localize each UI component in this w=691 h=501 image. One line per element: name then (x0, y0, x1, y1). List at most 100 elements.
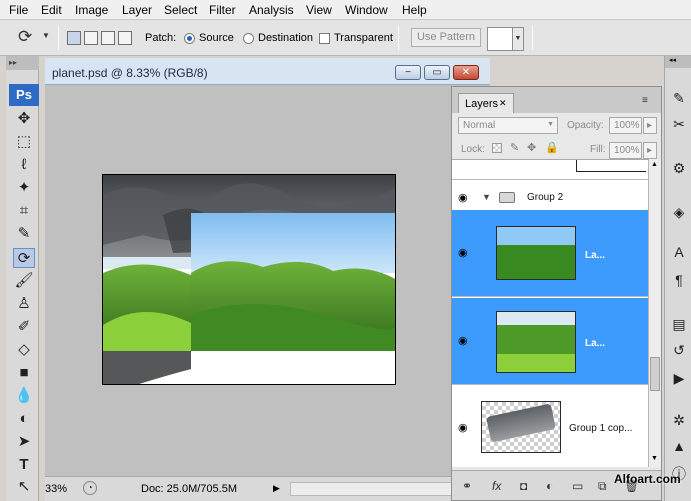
gradient-tool-icon[interactable]: ■ (13, 363, 35, 383)
lock-position-icon[interactable]: ✥ (527, 141, 536, 154)
lock-pixels-icon[interactable]: ✎ (510, 141, 519, 154)
opacity-input[interactable]: 100% (609, 117, 642, 134)
scroll-up-arrow-icon[interactable]: ▲ (651, 161, 658, 168)
eraser-tool-icon[interactable]: ◇ (13, 340, 35, 360)
menu-analysis[interactable]: Analysis (249, 3, 294, 17)
group-expand-triangle-icon[interactable]: ▼ (482, 192, 491, 202)
layer-row-3[interactable]: ◉ Group 1 cop... (452, 386, 648, 467)
source-label: Source (199, 32, 234, 44)
blur-tool-icon[interactable]: 💧 (13, 386, 35, 406)
visibility-eye-icon[interactable]: ◉ (458, 423, 472, 434)
opacity-slider-toggle[interactable]: ▸ (643, 117, 657, 134)
menu-view[interactable]: View (306, 3, 332, 17)
notes-panel-icon[interactable]: ▤ (669, 314, 689, 334)
menu-help[interactable]: Help (402, 3, 427, 17)
tools-panel-header[interactable]: ▸▸ (6, 56, 39, 70)
zoom-level[interactable]: 33% (45, 483, 67, 495)
intersect-selection-mode-button[interactable] (118, 31, 132, 45)
new-layer-icon[interactable]: ⧉ (598, 479, 607, 494)
status-info-icon[interactable]: ◔ (83, 481, 97, 495)
pattern-swatch[interactable] (487, 27, 513, 51)
menu-select[interactable]: Select (164, 3, 197, 17)
visibility-eye-icon[interactable]: ◉ (458, 248, 472, 259)
menu-filter[interactable]: Filter (209, 3, 236, 17)
document-title-bar[interactable]: planet.psd @ 8.33% (RGB/8) − ▭ ✕ (45, 58, 490, 85)
lock-all-icon[interactable]: 🔒 (545, 141, 559, 154)
menu-edit[interactable]: Edit (41, 3, 62, 17)
move-tool-icon[interactable]: ✥ (13, 109, 35, 129)
use-pattern-button[interactable]: Use Pattern (411, 28, 481, 47)
layer-group-row[interactable]: ◉ ▼ Group 2 (452, 188, 648, 209)
menu-window[interactable]: Window (345, 3, 388, 17)
histogram-panel-icon[interactable]: ▲ (669, 436, 689, 456)
menu-layer[interactable]: Layer (122, 3, 152, 17)
fill-slider-toggle[interactable]: ▸ (643, 142, 657, 159)
menu-image[interactable]: Image (75, 3, 108, 17)
blend-mode-select[interactable]: Normal ▼ (458, 117, 558, 134)
visibility-eye-icon[interactable]: ◉ (458, 336, 472, 347)
chevron-down-icon[interactable]: ▼ (42, 31, 50, 40)
destination-radio[interactable] (243, 33, 254, 44)
folder-icon (499, 192, 515, 203)
paragraph-panel-icon[interactable]: ¶ (669, 270, 689, 290)
brushes-panel-icon[interactable]: ✎ (669, 88, 689, 108)
clone-stamp-tool-icon[interactable]: ♙ (13, 294, 35, 314)
layer-row-1[interactable]: ◉ La... (452, 210, 648, 297)
transparent-checkbox[interactable] (319, 33, 330, 44)
layers-panel-icon[interactable]: ◈ (669, 202, 689, 222)
lock-transparency-icon[interactable] (492, 143, 502, 153)
layer-name: La... (585, 250, 606, 261)
layers-tab[interactable]: Layers ✕ (458, 93, 514, 113)
layers-scrollbar[interactable]: ▲ ▼ (648, 159, 661, 467)
lasso-tool-icon[interactable]: ℓ (13, 155, 35, 175)
dodge-tool-icon[interactable]: ◐ (13, 409, 35, 429)
visibility-eye-icon[interactable]: ◉ (458, 193, 472, 204)
layer-style-icon[interactable]: fx (492, 479, 501, 493)
tool-presets-panel-icon[interactable]: ✂ (669, 114, 689, 134)
navigator-panel-icon[interactable]: ✲ (669, 410, 689, 430)
brush-tool-icon[interactable]: 🖌 (13, 271, 35, 291)
eyedropper-tool-icon[interactable]: ✎ (13, 224, 35, 244)
image-canvas[interactable] (102, 174, 396, 385)
patch-tool-preset-icon[interactable]: ⟳ (18, 27, 32, 47)
options-bar: ⟳ ▼ Patch: Source Destination Transparen… (0, 20, 691, 56)
subtract-selection-mode-button[interactable] (101, 31, 115, 45)
layer-row-partial[interactable] (452, 160, 648, 180)
photoshop-logo[interactable]: Ps (9, 84, 39, 106)
scroll-thumb[interactable] (650, 357, 660, 391)
direct-selection-tool-icon[interactable]: ↖ (13, 477, 35, 497)
canvas-artwork (103, 175, 395, 384)
close-button[interactable]: ✕ (453, 65, 479, 80)
link-layers-icon[interactable]: ⚭ (462, 479, 472, 493)
document-window: planet.psd @ 8.33% (RGB/8) − ▭ ✕ 33% ◔ D… (45, 58, 490, 501)
layer-row-2[interactable]: ◉ La... (452, 298, 648, 385)
add-selection-mode-button[interactable] (84, 31, 98, 45)
path-selection-tool-icon[interactable]: ➤ (13, 432, 35, 452)
maximize-button[interactable]: ▭ (424, 65, 450, 80)
history-brush-tool-icon[interactable]: ✐ (13, 317, 35, 337)
menu-file[interactable]: File (9, 3, 28, 17)
scroll-down-arrow-icon[interactable]: ▼ (651, 455, 658, 462)
type-tool-icon[interactable]: T (13, 455, 35, 475)
adjustment-layer-icon[interactable]: ◐ (546, 479, 553, 493)
magic-wand-tool-icon[interactable]: ✦ (13, 178, 35, 198)
add-mask-icon[interactable]: ◘ (520, 479, 527, 493)
panel-menu-icon[interactable]: ≡ (642, 95, 648, 106)
actions-panel-icon[interactable]: ⚙ (669, 158, 689, 178)
status-menu-arrow-icon[interactable]: ▶ (273, 483, 280, 494)
new-group-icon[interactable]: ▭ (572, 479, 583, 493)
animation-panel-icon[interactable]: ▶ (669, 368, 689, 388)
separator (532, 26, 533, 50)
character-panel-icon[interactable]: A (669, 242, 689, 262)
new-selection-mode-button[interactable] (67, 31, 81, 45)
crop-tool-icon[interactable]: ⌗ (13, 201, 35, 221)
close-icon[interactable]: ✕ (499, 98, 507, 109)
dock-header[interactable]: ◂◂ (665, 56, 691, 68)
source-radio[interactable] (184, 33, 195, 44)
marquee-tool-icon[interactable]: ⬚ (13, 132, 35, 152)
patch-tool-icon[interactable]: ⟳ (13, 248, 35, 268)
history-panel-icon[interactable]: ↺ (669, 340, 689, 360)
minimize-button[interactable]: − (395, 65, 421, 80)
fill-input[interactable]: 100% (609, 142, 642, 159)
pattern-dropdown[interactable]: ▼ (512, 27, 524, 51)
